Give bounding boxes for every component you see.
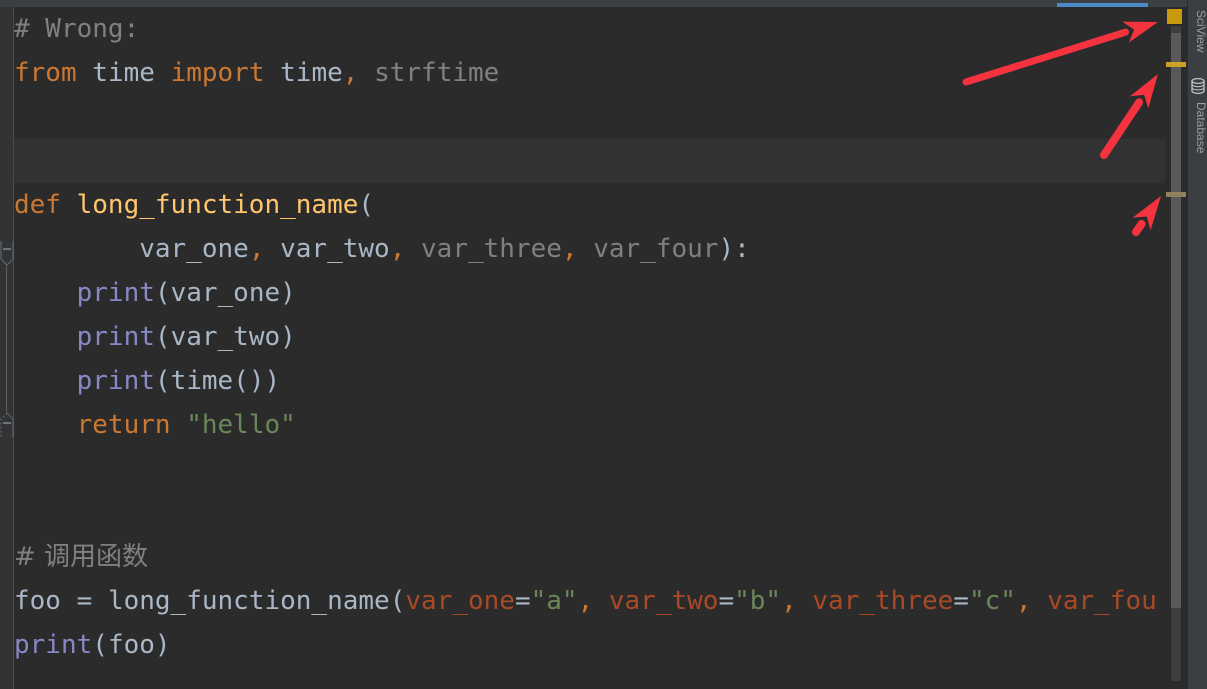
code-editor-area[interactable]: # Wrong: from time import time, strftime d…: [0, 7, 1165, 689]
code-token: strftime: [374, 58, 500, 88]
code-token: (: [389, 586, 406, 616]
sidebar-item-label-sciview: SciView: [1194, 10, 1207, 53]
database-icon: [1191, 77, 1205, 98]
current-line-highlight: [0, 139, 1165, 183]
code-token: import: [170, 58, 265, 88]
code-line-6[interactable]: var_one, var_two, var_three, var_four):: [14, 227, 750, 271]
code-token: ,: [389, 234, 406, 264]
code-line-15[interactable]: print(foo): [14, 623, 171, 667]
code-token: long_function_name: [107, 586, 390, 616]
fold-region-connector: [6, 266, 7, 412]
code-token: (: [154, 278, 171, 308]
code-token: var_two: [608, 586, 719, 616]
code-line-7[interactable]: print(var_one): [14, 271, 296, 315]
code-token: (: [154, 366, 171, 396]
code-token: var_fou: [1047, 586, 1157, 616]
code-token: time: [92, 58, 155, 88]
scrollbar-thumb[interactable]: [1171, 33, 1181, 608]
code-token: ): [280, 278, 296, 308]
code-token: ,: [561, 234, 578, 264]
code-token: ): [280, 322, 296, 352]
editor-tab-strip: [0, 0, 1207, 7]
code-token: time: [280, 58, 343, 88]
code-token: var_two: [280, 234, 390, 264]
code-token: ): [154, 630, 171, 660]
code-token: "b": [734, 586, 782, 616]
code-line-8[interactable]: print(var_two): [14, 315, 296, 359]
code-token: var_two: [170, 322, 281, 352]
code-token: "a": [530, 586, 578, 616]
code-token: # Wrong:: [14, 14, 140, 44]
code-token: def: [14, 190, 61, 220]
code-token: var_one: [170, 278, 281, 308]
code-line-1[interactable]: # Wrong:: [14, 7, 139, 51]
code-token: long_function_name: [76, 190, 359, 220]
warning-square-marker[interactable]: [1167, 9, 1182, 24]
warning-stripe-top[interactable]: [1166, 62, 1186, 67]
code-token: =: [953, 586, 969, 616]
code-token: return: [76, 410, 171, 440]
code-token: ,: [577, 586, 594, 616]
code-line-13[interactable]: # 调用函数: [14, 535, 148, 579]
code-line-2[interactable]: from time import time, strftime: [14, 51, 499, 95]
code-token: from: [14, 58, 77, 88]
code-token: (: [358, 190, 375, 220]
code-line-10[interactable]: return "hello": [14, 403, 296, 447]
code-token: var_three: [812, 586, 954, 616]
code-token: print: [76, 278, 155, 308]
code-token: print: [76, 366, 155, 396]
code-token: (: [92, 630, 108, 660]
code-token: print: [14, 630, 93, 660]
code-token: =: [718, 586, 735, 616]
sidebar-item-sciview[interactable]: SciView: [1188, 6, 1207, 52]
code-token: ,: [342, 58, 359, 88]
code-token: ()): [233, 366, 281, 396]
warning-stripe-bottom[interactable]: [1166, 192, 1186, 197]
fold-region-end[interactable]: [0, 412, 14, 438]
fold-region-start[interactable]: [0, 240, 14, 266]
code-token: "hello": [186, 410, 296, 440]
code-token: "c": [968, 586, 1016, 616]
right-tool-window-bar[interactable]: SciView Database: [1187, 0, 1207, 689]
code-token: ,: [781, 586, 797, 616]
code-token: var_one: [405, 586, 515, 616]
sidebar-item-database[interactable]: Database: [1188, 98, 1207, 153]
code-token: ,: [248, 234, 265, 264]
code-line-5[interactable]: def long_function_name(: [14, 183, 374, 227]
code-token: foo: [107, 630, 155, 660]
code-token: var_four: [593, 234, 719, 264]
code-token: =: [514, 586, 531, 616]
code-token: var_three: [421, 234, 562, 264]
code-token: ,: [1015, 586, 1032, 616]
code-token: print: [76, 322, 155, 352]
code-token: var_one: [139, 234, 249, 264]
code-line-9[interactable]: print(time()): [14, 359, 281, 403]
code-token: (: [154, 322, 171, 352]
code-token: time: [170, 366, 234, 396]
sidebar-item-label-database: Database: [1194, 102, 1207, 154]
code-token: =: [60, 586, 108, 616]
code-token: # 调用函数: [14, 542, 149, 572]
code-line-14[interactable]: foo = long_function_name(var_one="a", va…: [14, 579, 1157, 623]
code-token: ):: [718, 234, 750, 264]
code-token: foo: [14, 586, 61, 616]
